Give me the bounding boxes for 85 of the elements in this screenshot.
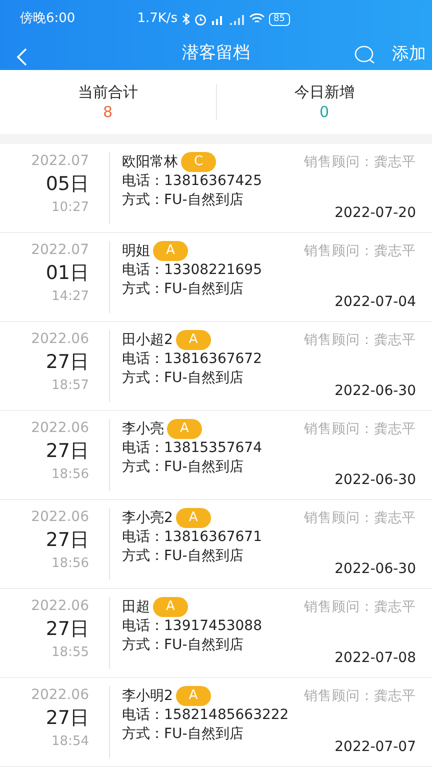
- grade-tag: A: [176, 686, 211, 706]
- phone-label: 电话：: [122, 707, 164, 723]
- phone-number: 13816367671: [164, 529, 262, 545]
- customer-name: 田超: [122, 598, 150, 616]
- visit-method: 方式：FU-自然到店: [122, 636, 244, 655]
- customer-name: 李小亮2: [122, 508, 173, 528]
- grade-tag: A: [153, 597, 188, 617]
- sales-consultant: 销售顾问：龚志平: [304, 242, 416, 261]
- battery-indicator: 85: [268, 12, 290, 26]
- date-day: 05日: [46, 171, 89, 198]
- add-button[interactable]: 添加: [392, 42, 426, 68]
- customer-name: 李小亮: [122, 420, 164, 438]
- phone-label: 电话：: [122, 618, 164, 634]
- date-time: 18:56: [52, 555, 89, 573]
- visit-method: 方式：FU-自然到店: [122, 725, 244, 744]
- follow-up-date: 2022-07-04: [334, 293, 416, 312]
- date-time: 18:54: [52, 733, 89, 751]
- date-time: 14:27: [52, 288, 89, 306]
- sales-consultant: 销售顾问：龚志平: [304, 687, 416, 706]
- search-icon[interactable]: [354, 44, 376, 65]
- date-time: 10:27: [52, 199, 89, 217]
- status-time: 傍晚6:00: [20, 10, 76, 28]
- bluetooth-icon: [182, 13, 190, 25]
- visit-method: 方式：FU-自然到店: [122, 280, 244, 299]
- summary-value: 8: [102, 102, 114, 122]
- date-day: 01日: [46, 260, 89, 287]
- sales-consultant: 销售顾问：龚志平: [304, 598, 416, 617]
- phone-label: 电话：: [122, 173, 164, 189]
- wifi-icon: [248, 13, 265, 25]
- visit-method: 方式：FU-自然到店: [122, 458, 244, 477]
- follow-up-date: 2022-07-08: [334, 649, 416, 668]
- follow-up-date: 2022-07-20: [334, 204, 416, 223]
- phone-label: 电话：: [122, 262, 164, 278]
- phone-number: 13917453088: [164, 618, 262, 634]
- date-day: 27日: [46, 349, 89, 376]
- date-day: 27日: [46, 705, 89, 732]
- phone-number: 13308221695: [164, 262, 262, 278]
- visit-method: 方式：FU-自然到店: [122, 547, 244, 566]
- grade-tag: A: [176, 508, 211, 528]
- date-day: 27日: [46, 438, 89, 465]
- sales-consultant: 销售顾问：龚志平: [304, 331, 416, 350]
- date-month: 2022.06: [31, 686, 89, 705]
- date-day: 27日: [46, 527, 89, 554]
- signal-icon: [228, 14, 245, 24]
- phone-number: 13816367672: [164, 351, 262, 367]
- signal-icon: [210, 14, 225, 24]
- visit-method: 方式：FU-自然到店: [122, 369, 244, 388]
- alarm-icon: [194, 12, 207, 26]
- date-time: 18:56: [52, 466, 89, 484]
- follow-up-date: 2022-06-30: [334, 471, 416, 490]
- follow-up-date: 2022-06-30: [334, 560, 416, 579]
- grade-tag: C: [181, 152, 216, 172]
- date-month: 2022.07: [31, 241, 89, 260]
- grade-tag: A: [176, 330, 211, 350]
- customer-name: 欧阳常林: [122, 152, 178, 172]
- visit-method: 方式：FU-自然到店: [122, 191, 244, 210]
- phone-number: 13815357674: [164, 440, 262, 456]
- phone-label: 电话：: [122, 529, 164, 545]
- network-speed: 1.7K/s: [137, 10, 178, 28]
- phone-label: 电话：: [122, 351, 164, 367]
- grade-tag: A: [153, 241, 188, 261]
- sales-consultant: 销售顾问：龚志平: [304, 509, 416, 528]
- page-title: 潜客留档: [182, 42, 250, 66]
- date-month: 2022.06: [31, 330, 89, 349]
- date-month: 2022.06: [31, 597, 89, 616]
- summary-value: 0: [318, 102, 330, 122]
- sales-consultant: 销售顾问：龚志平: [304, 153, 416, 172]
- summary-label: 当前合计: [76, 82, 139, 102]
- follow-up-date: 2022-06-30: [334, 382, 416, 401]
- date-day: 27日: [46, 616, 89, 643]
- phone-label: 电话：: [122, 440, 164, 456]
- customer-name: 田小超2: [122, 330, 173, 350]
- date-month: 2022.06: [31, 419, 89, 438]
- summary-label: 今日新增: [293, 82, 356, 102]
- sales-consultant: 销售顾问：龚志平: [304, 420, 416, 439]
- date-time: 18:57: [52, 377, 89, 395]
- phone-number: 15821485663222: [164, 707, 289, 723]
- customer-name: 李小明2: [122, 686, 173, 706]
- date-month: 2022.07: [31, 152, 89, 171]
- customer-name: 明姐: [122, 242, 150, 260]
- grade-tag: A: [167, 419, 202, 439]
- phone-number: 13816367425: [164, 173, 262, 189]
- date-time: 18:55: [52, 644, 89, 662]
- date-month: 2022.06: [31, 508, 89, 527]
- follow-up-date: 2022-07-07: [334, 738, 416, 757]
